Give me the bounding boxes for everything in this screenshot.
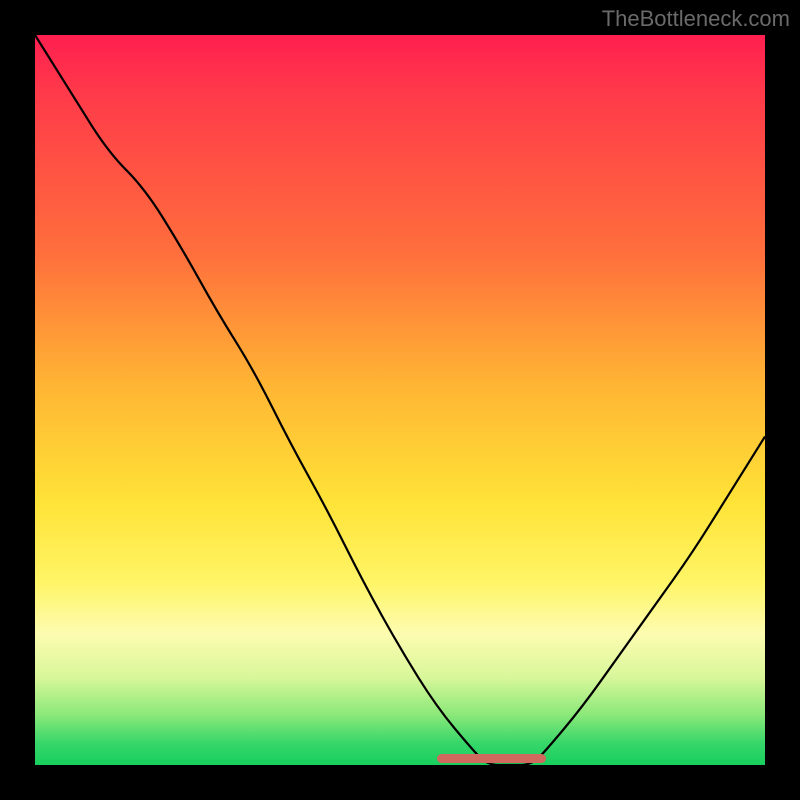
trough-band	[437, 754, 547, 763]
chart-frame: TheBottleneck.com	[0, 0, 800, 800]
bottleneck-curve-path	[35, 35, 765, 765]
plot-area	[35, 35, 765, 765]
curve-svg	[35, 35, 765, 765]
watermark-text: TheBottleneck.com	[602, 6, 790, 32]
